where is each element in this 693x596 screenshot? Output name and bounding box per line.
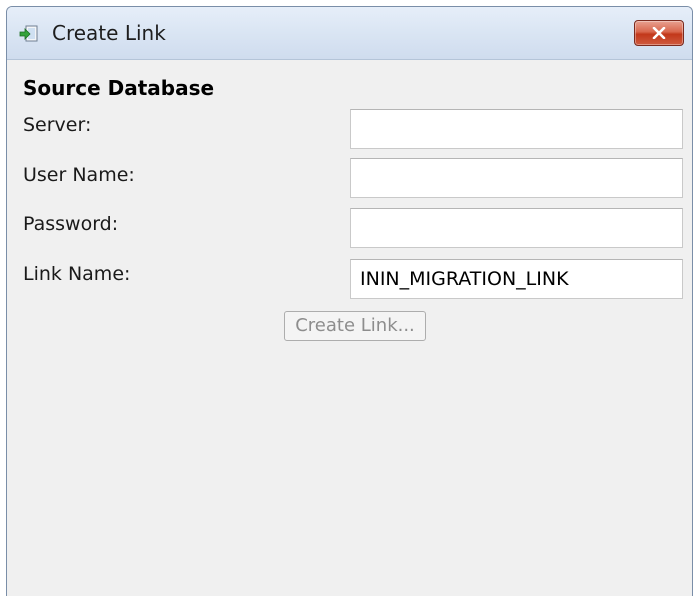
password-label: Password:	[23, 213, 119, 235]
server-input[interactable]	[350, 109, 683, 149]
link-name-input[interactable]	[350, 259, 683, 299]
link-arrow-icon	[19, 24, 39, 44]
window-title: Create Link	[52, 21, 166, 45]
server-label: Server:	[23, 114, 92, 136]
link-name-label: Link Name:	[23, 263, 131, 285]
close-button[interactable]	[634, 20, 684, 46]
user-name-label: User Name:	[23, 164, 135, 186]
password-input[interactable]	[350, 208, 683, 248]
create-link-button[interactable]: Create Link...	[284, 311, 426, 341]
title-bar[interactable]: Create Link	[7, 7, 692, 60]
create-link-dialog: Create Link Source Database Server: User…	[6, 6, 693, 596]
section-title: Source Database	[23, 76, 215, 100]
user-name-input[interactable]	[350, 158, 683, 198]
